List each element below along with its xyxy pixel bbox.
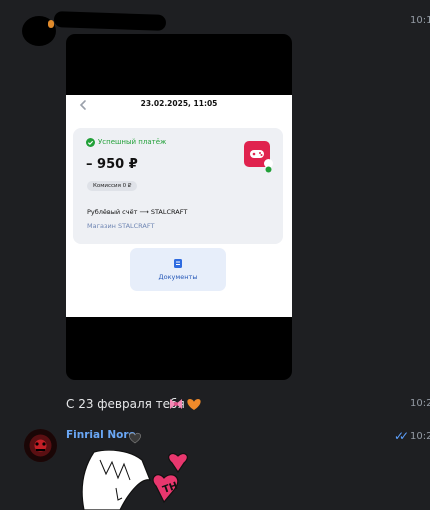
- sender-name-redacted: [53, 11, 167, 31]
- avatar-accent: [48, 20, 54, 28]
- payment-receipt-screenshot: 23.02.2025, 11:05 Успешный платёж – 950 …: [66, 95, 292, 317]
- black-heart-icon: 🖤: [128, 429, 142, 448]
- transfer-badge-icon: [264, 159, 273, 173]
- receipt-date: 23.02.2025, 11:05: [140, 99, 218, 108]
- sender-avatar[interactable]: [24, 429, 57, 462]
- message-timestamp: 10:1: [410, 15, 430, 26]
- documents-label: Документы: [158, 273, 198, 281]
- message-text: С 23 февраля тебя: [66, 397, 185, 411]
- check-circle-icon: [86, 138, 95, 147]
- payment-amount: – 950 ₽: [86, 157, 138, 172]
- message-timestamp: 10:2: [410, 398, 430, 409]
- document-icon: [174, 259, 182, 268]
- sender-name[interactable]: Finrial Noro: [66, 429, 136, 441]
- emoji-bow-heart-icon: 🎀🧡: [168, 396, 202, 416]
- payment-status: Успешный платёж: [98, 138, 167, 146]
- image-attachment[interactable]: 23.02.2025, 11:05 Успешный платёж – 950 …: [66, 34, 292, 380]
- transfer-direction: Рублёвый счёт ⟶ STALCRAFT: [87, 208, 188, 216]
- documents-button: Документы: [130, 248, 226, 291]
- fee-badge: Комиссия 0 ₽: [87, 181, 138, 191]
- read-receipt-icon: ✓✓: [394, 429, 409, 443]
- payment-card: Успешный платёж – 950 ₽ Комиссия 0 ₽ Руб…: [73, 128, 283, 244]
- message-timestamp: 10:2: [410, 431, 430, 442]
- shop-name: Магазин STALCRAFT: [87, 222, 155, 230]
- anime-sticker[interactable]: TH: [60, 450, 240, 510]
